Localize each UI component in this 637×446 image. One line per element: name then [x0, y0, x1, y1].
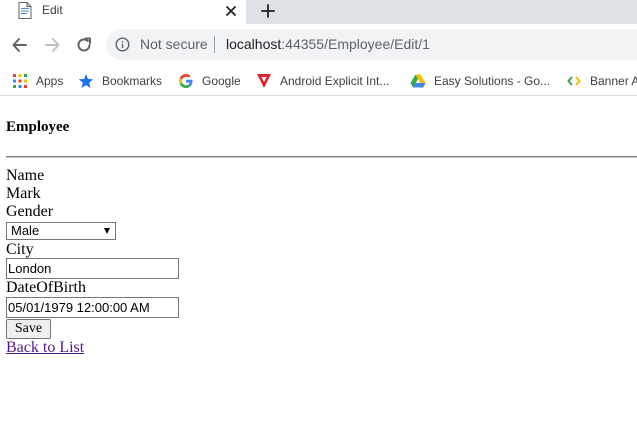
name-label: Name: [6, 167, 45, 184]
tab-strip: Edit: [0, 0, 637, 24]
tab-title: Edit: [42, 3, 63, 17]
arrow-left-icon[interactable]: [10, 35, 30, 55]
url-text[interactable]: localhost:44355/Employee/Edit/1: [226, 36, 430, 52]
gender-label: Gender: [6, 203, 54, 220]
save-button[interactable]: Save: [6, 319, 51, 339]
arrow-right-icon[interactable]: [42, 35, 62, 55]
address-bar[interactable]: Not secure localhost:44355/Employee/Edit…: [106, 29, 637, 60]
dob-input[interactable]: [6, 297, 179, 318]
plus-icon[interactable]: [258, 1, 278, 21]
city-input[interactable]: [6, 258, 179, 279]
bookmark-label: Easy Solutions - Go...: [434, 74, 551, 88]
bookmark-google[interactable]: Google: [178, 66, 241, 95]
url-path: :44355/Employee/Edit/1: [281, 36, 430, 52]
gender-selected-value: Male: [11, 223, 40, 238]
bookmark-easy-solutions[interactable]: Easy Solutions - Go...: [410, 66, 551, 95]
tab-edit[interactable]: Edit: [0, 0, 246, 24]
apps-grid-icon: [13, 74, 27, 88]
bookmark-bookmarks[interactable]: Bookmarks: [78, 66, 163, 95]
code-icon: [567, 76, 581, 86]
security-status[interactable]: Not secure: [140, 36, 208, 52]
bookmark-banner[interactable]: Banner A: [566, 66, 637, 95]
bookmark-label: Android Explicit Int...: [280, 74, 390, 88]
bookmarks-bar: Apps Bookmarks Google Android Explicit I…: [0, 66, 637, 96]
bookmark-label: Banner A: [590, 74, 637, 88]
back-to-list-link[interactable]: Back to List: [6, 339, 84, 357]
gender-select[interactable]: Male: [6, 222, 116, 240]
browser-toolbar: Not secure localhost:44355/Employee/Edit…: [0, 24, 637, 66]
dropdown-caret-icon: [104, 228, 110, 234]
close-icon[interactable]: [222, 2, 240, 20]
page-title: Employee: [6, 119, 70, 135]
star-icon: [78, 74, 94, 88]
info-icon[interactable]: [115, 37, 130, 52]
bookmark-android-explicit[interactable]: Android Explicit Int...: [256, 66, 390, 95]
reload-icon[interactable]: [74, 35, 94, 55]
url-host: localhost: [226, 36, 282, 52]
google-icon: [179, 74, 193, 88]
bookmark-label: Bookmarks: [102, 74, 163, 88]
dob-label: DateOfBirth: [6, 279, 86, 296]
name-value: Mark: [6, 185, 41, 202]
bookmark-label: Google: [202, 74, 241, 88]
city-label: City: [6, 241, 34, 258]
bookmark-apps[interactable]: Apps: [12, 66, 64, 95]
address-divider: [214, 36, 215, 53]
page-content: Employee Name Mark Gender Male City Date…: [6, 96, 637, 446]
document-icon: [18, 2, 32, 19]
bookmark-label: Apps: [36, 74, 64, 88]
drive-icon: [410, 74, 426, 88]
horizontal-rule: [6, 156, 637, 158]
triangle-logo-icon: [257, 74, 271, 88]
